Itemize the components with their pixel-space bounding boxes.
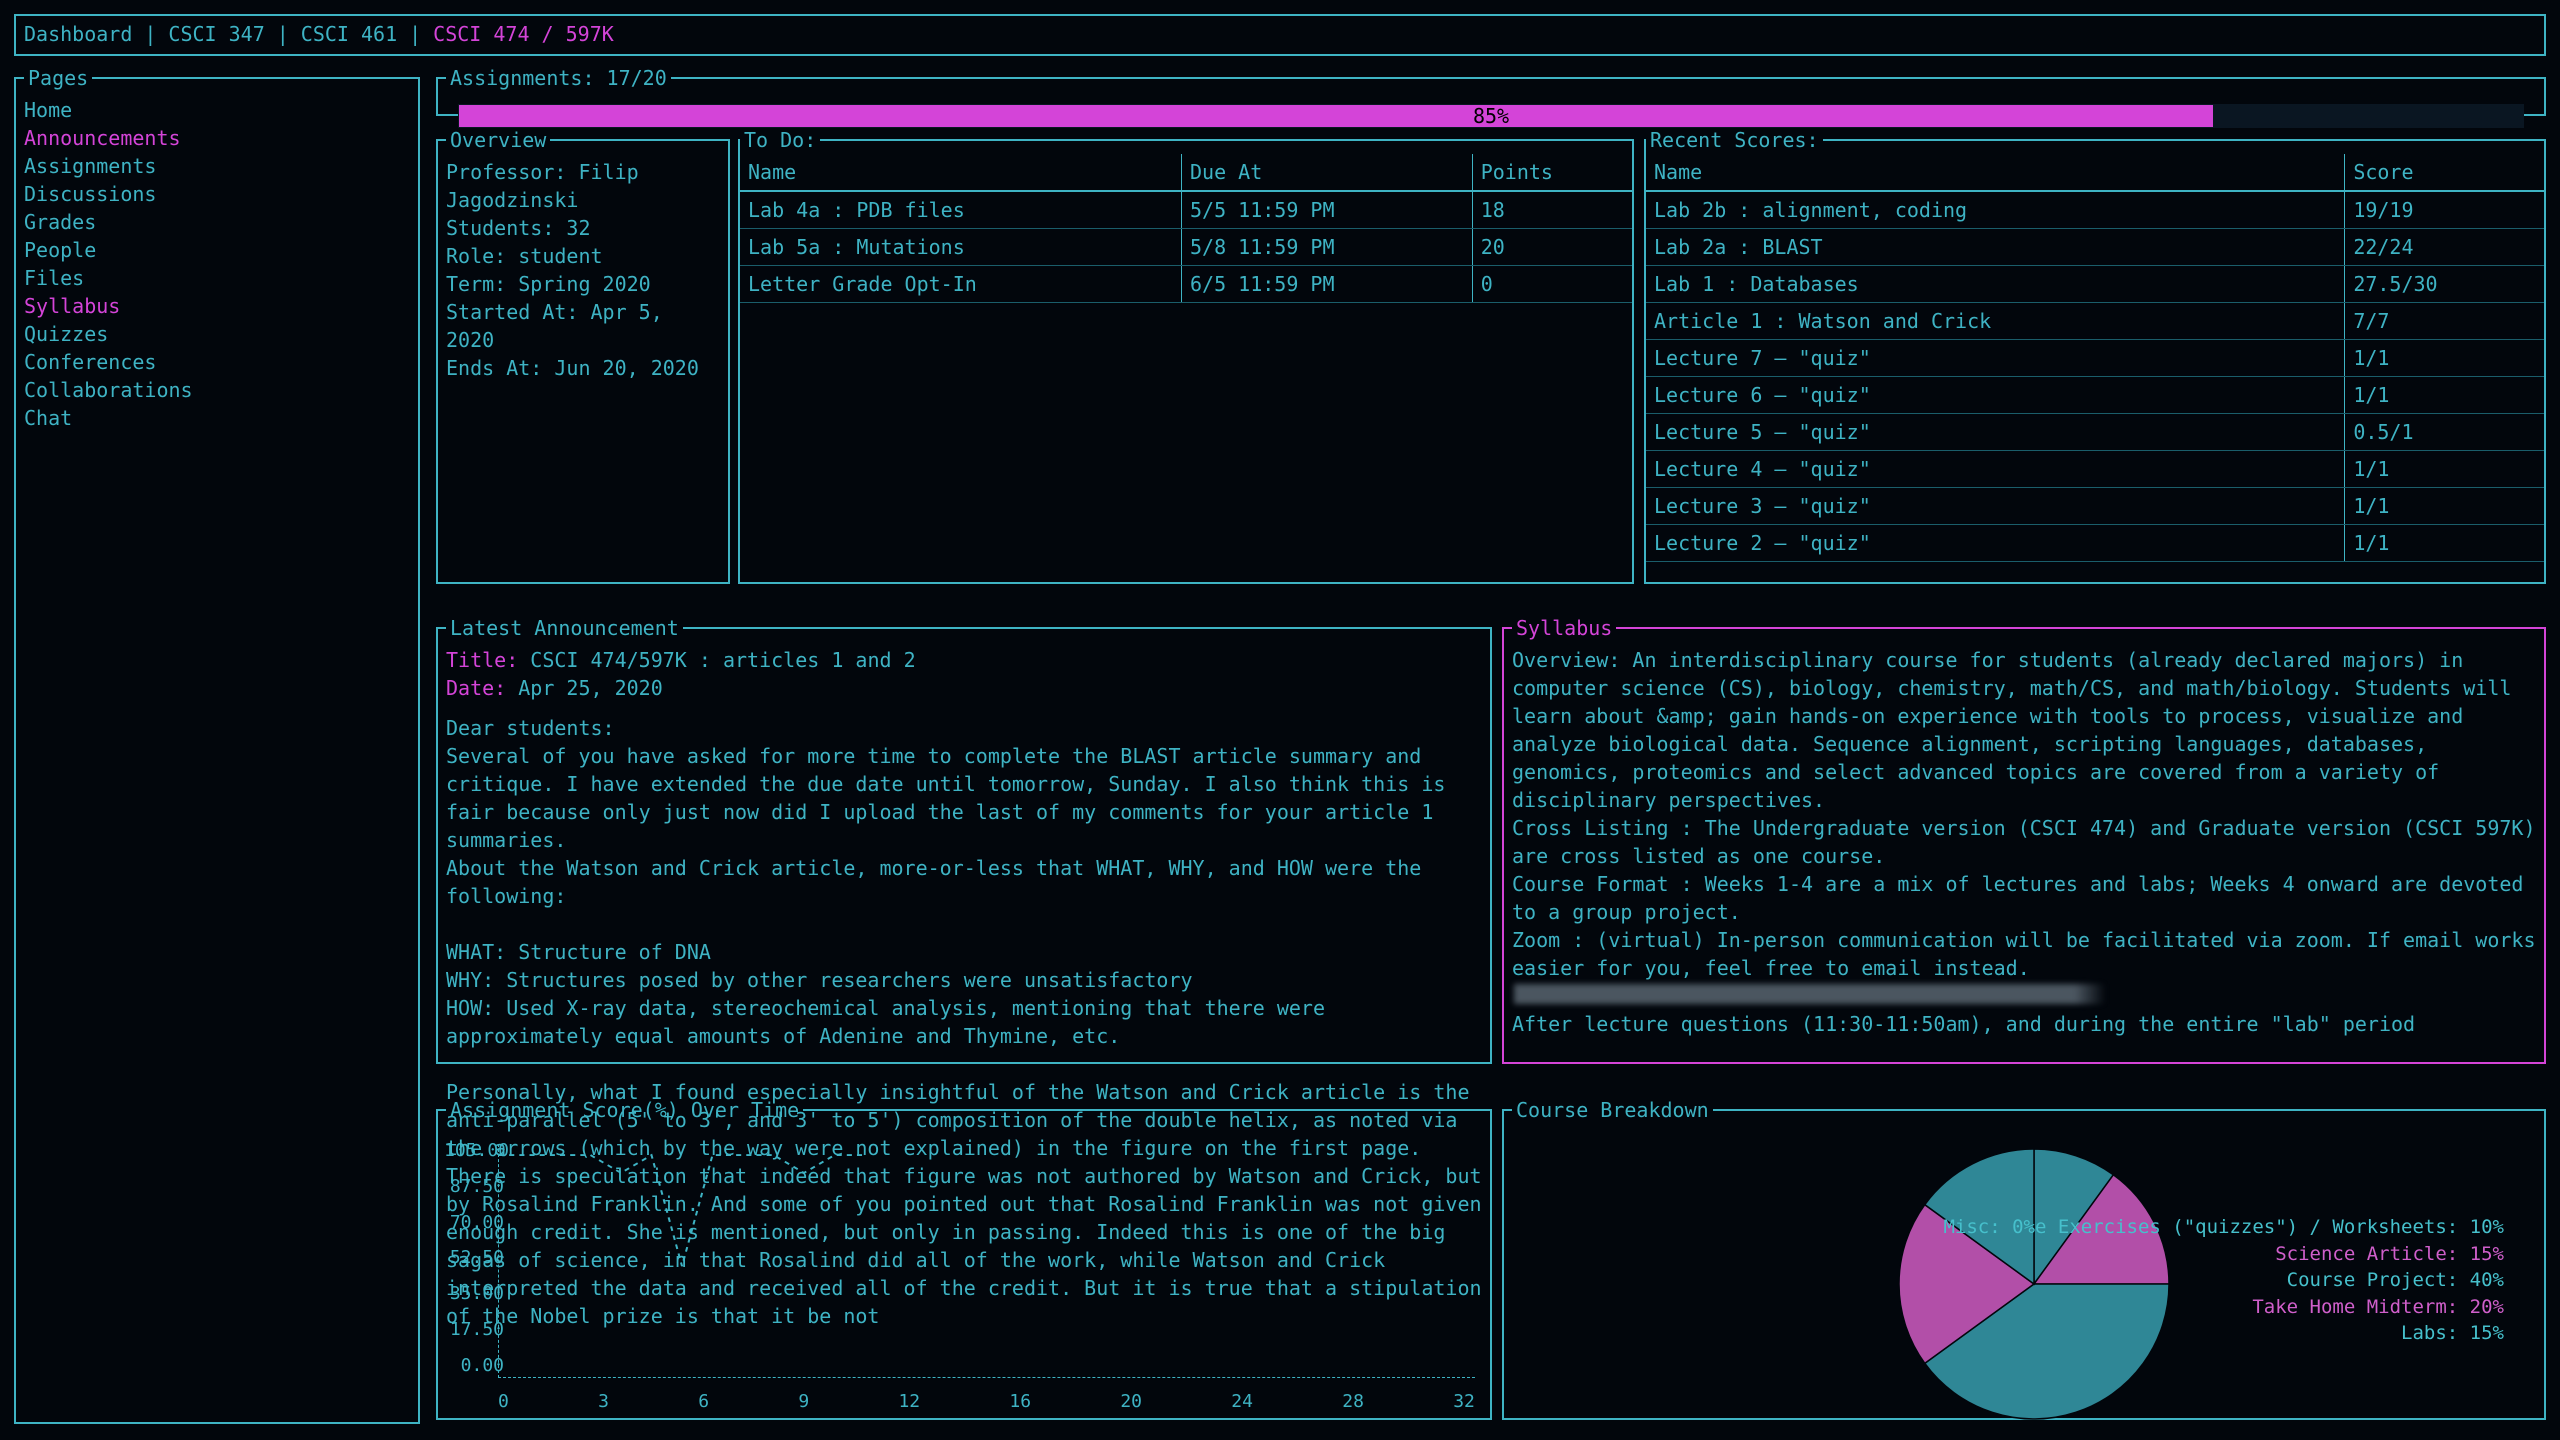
sidebar-item-people[interactable]: People	[24, 236, 410, 264]
sidebar-item-syllabus[interactable]: Syllabus	[24, 292, 410, 320]
todo-panel: To Do: NameDue AtPointsLab 4a : PDB file…	[738, 126, 1634, 584]
x-tick: 9	[798, 1389, 809, 1414]
recent-row[interactable]: Lecture 5 – "quiz"0.5/1	[1646, 414, 2544, 451]
recent-scores-title: Recent Scores:	[1646, 126, 1823, 154]
sidebar-item-assignments[interactable]: Assignments	[24, 152, 410, 180]
x-tick: 28	[1342, 1389, 1364, 1414]
sidebar-panel: Pages HomeAnnouncementsAssignmentsDiscus…	[14, 64, 420, 1424]
recent-row[interactable]: Article 1 : Watson and Crick7/7	[1646, 303, 2544, 340]
announcement-title: Latest Announcement	[446, 614, 683, 642]
tab-csci-461[interactable]: CSCI 461	[301, 20, 397, 48]
recent-row[interactable]: Lab 2a : BLAST22/24	[1646, 229, 2544, 266]
sidebar-item-home[interactable]: Home	[24, 96, 410, 124]
todo-row[interactable]: Lab 5a : Mutations5/8 11:59 PM20	[740, 229, 1632, 266]
x-tick: 12	[898, 1389, 920, 1414]
chart-line	[499, 1144, 1475, 1377]
syllabus-title: Syllabus	[1512, 614, 1616, 642]
y-tick: 17.50	[444, 1317, 504, 1342]
x-tick: 32	[1453, 1389, 1475, 1414]
y-tick: 52.50	[444, 1245, 504, 1270]
overview-panel: Overview Professor: Filip Jagodzinski St…	[436, 126, 730, 584]
sidebar-item-conferences[interactable]: Conferences	[24, 348, 410, 376]
recent-scores-table: NameScoreLab 2b : alignment, coding19/19…	[1646, 154, 2544, 562]
breakdown-label: Course Project: 40%	[1943, 1267, 2504, 1294]
syllabus-panel[interactable]: Syllabus Overview: An interdisciplinary …	[1502, 614, 2546, 1064]
tab-separator: |	[144, 20, 156, 48]
tab-csci-474[interactable]: CSCI 474 / 597K	[433, 20, 614, 48]
breakdown-labels: Misc: 0%e Exercises ("quizzes") / Worksh…	[1943, 1214, 2504, 1347]
sidebar-title: Pages	[24, 64, 92, 92]
breakdown-label: Science Article: 15%	[1943, 1241, 2504, 1268]
breakdown-title: Course Breakdown	[1512, 1096, 1713, 1124]
syllabus-body: Overview: An interdisciplinary course fo…	[1512, 646, 2536, 1038]
x-tick: 0	[498, 1389, 509, 1414]
sidebar-item-quizzes[interactable]: Quizzes	[24, 320, 410, 348]
x-tick: 3	[598, 1389, 609, 1414]
todo-row[interactable]: Letter Grade Opt-In6/5 11:59 PM0	[740, 266, 1632, 303]
y-tick: 0.00	[444, 1353, 504, 1378]
recent-row[interactable]: Lecture 2 – "quiz"1/1	[1646, 525, 2544, 562]
y-tick: 35.00	[444, 1281, 504, 1306]
overview-line: Term: Spring 2020	[446, 270, 720, 298]
chart-area	[498, 1144, 1475, 1378]
overview-line: Ends At: Jun 20, 2020	[446, 354, 720, 382]
assignments-title: Assignments: 17/20	[446, 64, 671, 92]
overview-line: Students: 32	[446, 214, 720, 242]
announcement-panel: Latest Announcement Title: CSCI 474/597K…	[436, 614, 1492, 1064]
overview-line: Started At: Apr 5, 2020	[446, 298, 720, 354]
overview-line: Professor: Filip Jagodzinski	[446, 158, 720, 214]
tab-separator: |	[277, 20, 289, 48]
todo-row[interactable]: Lab 4a : PDB files5/5 11:59 PM18	[740, 191, 1632, 229]
overview-line: Role: student	[446, 242, 720, 270]
sidebar-item-collaborations[interactable]: Collaborations	[24, 376, 410, 404]
recent-row[interactable]: Lecture 4 – "quiz"1/1	[1646, 451, 2544, 488]
progress-bar: 85%	[458, 104, 2524, 128]
sidebar-item-grades[interactable]: Grades	[24, 208, 410, 236]
sidebar-item-announcements[interactable]: Announcements	[24, 124, 410, 152]
tab-separator: |	[409, 20, 421, 48]
score-chart-title: Assignment Score(%) Over Time	[446, 1096, 803, 1124]
y-tick: 105.00	[444, 1138, 504, 1163]
announcement-meta: Title: CSCI 474/597K : articles 1 and 2 …	[446, 646, 1482, 702]
sidebar-item-files[interactable]: Files	[24, 264, 410, 292]
breakdown-label: Labs: 15%	[1943, 1320, 2504, 1347]
todo-title: To Do:	[740, 126, 820, 154]
x-tick: 20	[1120, 1389, 1142, 1414]
recent-row[interactable]: Lecture 6 – "quiz"1/1	[1646, 377, 2544, 414]
syllabus-scroll-indicator	[1514, 984, 2534, 1004]
x-tick: 16	[1009, 1389, 1031, 1414]
score-chart-panel: Assignment Score(%) Over Time 105.00 87.5…	[436, 1096, 1492, 1420]
recent-header: Score	[2345, 154, 2544, 191]
recent-header: Name	[1646, 154, 2345, 191]
assignments-panel: Assignments: 17/20 85%	[436, 64, 2546, 116]
chart-x-axis: 0 3 6 9 12 16 20 24 28 32	[498, 1389, 1475, 1414]
x-tick: 24	[1231, 1389, 1253, 1414]
tab-dashboard[interactable]: Dashboard	[24, 20, 132, 48]
tab-csci-347[interactable]: CSCI 347	[168, 20, 264, 48]
overview-title: Overview	[446, 126, 550, 154]
chart-y-axis: 105.00 87.50 70.00 52.50 35.00 17.50 0.00	[444, 1138, 504, 1378]
todo-header: Points	[1472, 154, 1632, 191]
breakdown-label: Misc: 0%e Exercises ("quizzes") / Worksh…	[1943, 1214, 2504, 1241]
recent-row[interactable]: Lab 2b : alignment, coding19/19	[1646, 191, 2544, 229]
tabs: Dashboard | CSCI 347 | CSCI 461 | CSCI 4…	[24, 20, 614, 48]
todo-header: Due At	[1182, 154, 1473, 191]
todo-table: NameDue AtPointsLab 4a : PDB files5/5 11…	[740, 154, 1632, 303]
recent-row[interactable]: Lecture 3 – "quiz"1/1	[1646, 488, 2544, 525]
sidebar-item-chat[interactable]: Chat	[24, 404, 410, 432]
breakdown-label: Take Home Midterm: 20%	[1943, 1294, 2504, 1321]
y-tick: 87.50	[444, 1174, 504, 1199]
recent-row[interactable]: Lab 1 : Databases27.5/30	[1646, 266, 2544, 303]
breakdown-panel: Course Breakdown Misc: 0%e Exercises ("q…	[1502, 1096, 2546, 1420]
recent-scores-panel: Recent Scores: NameScoreLab 2b : alignme…	[1644, 126, 2546, 584]
recent-row[interactable]: Lecture 7 – "quiz"1/1	[1646, 340, 2544, 377]
todo-header: Name	[740, 154, 1182, 191]
y-tick: 70.00	[444, 1210, 504, 1235]
progress-label: 85%	[459, 105, 2523, 127]
sidebar-item-discussions[interactable]: Discussions	[24, 180, 410, 208]
x-tick: 6	[698, 1389, 709, 1414]
